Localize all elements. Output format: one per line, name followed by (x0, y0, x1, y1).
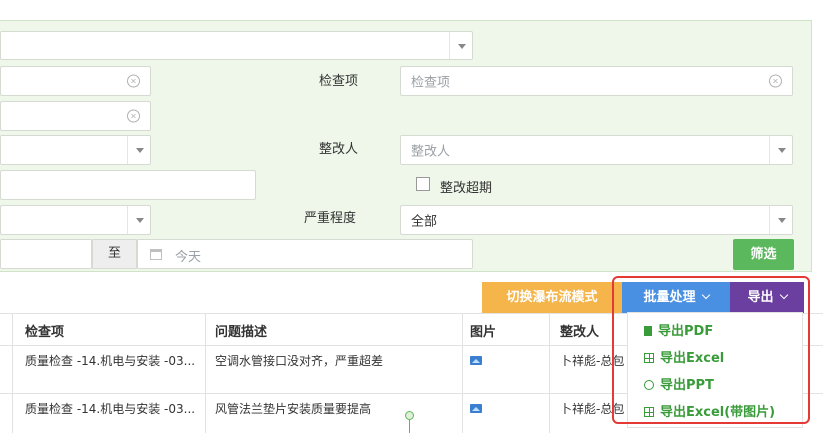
column-divider (462, 313, 463, 433)
pin-marker-stem (409, 420, 410, 433)
cell-inspection-item: 质量检查 -14.机电与安装 -03... (25, 402, 196, 416)
overdue-checkbox[interactable] (416, 177, 430, 191)
clear-icon[interactable]: × (127, 74, 140, 88)
date-separator: 至 (92, 239, 137, 269)
column-divider (549, 313, 550, 433)
chevron-down-icon (769, 136, 792, 164)
rectifier-select[interactable]: 整改人 (400, 135, 793, 165)
left-input-2[interactable]: × (0, 101, 151, 131)
inspection-item-input[interactable]: 检查项 × (400, 66, 793, 96)
project-select[interactable] (0, 31, 473, 60)
pin-marker-icon (405, 411, 414, 420)
image-icon[interactable] (470, 356, 482, 365)
rectifier-placeholder: 整改人 (411, 144, 451, 160)
chevron-down-icon (769, 206, 792, 234)
left-select-1[interactable] (0, 135, 151, 165)
column-divider (205, 313, 206, 433)
highlight-box (612, 276, 810, 424)
cell-problem-description[interactable]: 风管法兰垫片安装质量要提高 (215, 401, 455, 417)
cell-problem-description[interactable]: 空调水管接口没对齐，严重超差 (215, 353, 455, 369)
severity-label: 严重程度 (304, 211, 357, 226)
clear-icon[interactable]: × (127, 109, 140, 123)
overdue-label: 整改超期 (440, 181, 493, 196)
filter-button[interactable]: 筛选 (733, 239, 794, 270)
inspection-item-label: 检查项 (319, 74, 359, 89)
left-select-2[interactable] (0, 205, 151, 235)
date-start-input[interactable] (0, 239, 92, 269)
waterfall-mode-button[interactable]: 切换瀑布流模式 (482, 282, 622, 313)
header-rectifier[interactable]: 整改人 (560, 321, 599, 340)
image-icon[interactable] (470, 404, 482, 413)
header-image[interactable]: 图片 (470, 321, 496, 340)
left-input-1[interactable]: × (0, 66, 151, 96)
inspection-item-placeholder: 检查项 (411, 75, 451, 91)
clear-icon[interactable]: × (769, 74, 782, 88)
severity-value: 全部 (411, 214, 438, 230)
column-divider (12, 313, 13, 433)
date-end-input[interactable]: 今天 (137, 239, 473, 269)
chevron-down-icon (449, 32, 472, 59)
cell-inspection-item: 质量检查 -14.机电与安装 -03... (25, 354, 196, 368)
header-inspection-item[interactable]: 检查项 (25, 321, 64, 340)
chevron-down-icon (127, 206, 150, 234)
header-problem-description[interactable]: 问题描述 (215, 321, 267, 340)
left-input-3[interactable] (0, 170, 256, 200)
date-end-placeholder: 今天 (175, 250, 202, 265)
chevron-down-icon (127, 136, 150, 164)
calendar-icon (150, 249, 162, 260)
severity-select[interactable]: 全部 (400, 205, 793, 235)
rectifier-label: 整改人 (319, 142, 359, 157)
